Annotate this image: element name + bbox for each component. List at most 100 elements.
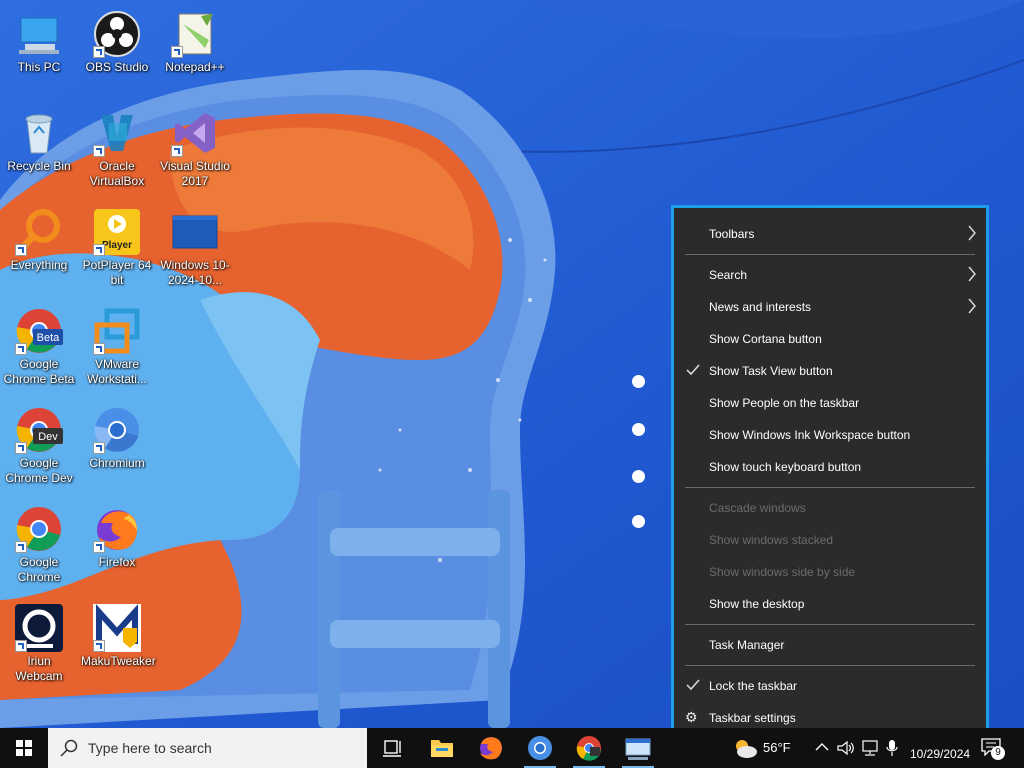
chevron-right-icon bbox=[968, 266, 976, 282]
everything-search-icon bbox=[15, 208, 63, 256]
desktop-icon-everything[interactable]: Everything bbox=[1, 202, 77, 296]
shortcut-arrow-icon bbox=[93, 640, 105, 652]
menu-item-show-task-view-button[interactable]: Show Task View button bbox=[674, 356, 986, 386]
taskbar-app-chrome-dev[interactable] bbox=[565, 728, 613, 768]
shortcut-arrow-icon bbox=[93, 244, 105, 256]
icon-label: Oracle VirtualBox bbox=[89, 159, 145, 188]
shortcut-arrow-icon bbox=[93, 442, 105, 454]
chrome-beta-icon: Beta bbox=[15, 307, 63, 355]
icon-label: Firefox bbox=[98, 555, 136, 569]
shortcut-arrow-icon bbox=[93, 46, 105, 58]
desktop-icon-makutweaker[interactable]: MakuTweaker bbox=[79, 598, 156, 692]
shortcut-arrow-icon bbox=[171, 46, 183, 58]
shortcut-arrow-icon bbox=[93, 343, 105, 355]
menu-item-cascade-windows: Cascade windows bbox=[674, 493, 986, 523]
shortcut-arrow-icon bbox=[15, 244, 27, 256]
decorative-dot bbox=[632, 423, 645, 436]
desktop-icon-obs-studio[interactable]: OBS Studio bbox=[79, 4, 155, 98]
taskbar-search-box[interactable]: Type here to search bbox=[48, 728, 367, 768]
desktop-icon-google-chrome[interactable]: Google Chrome bbox=[1, 499, 77, 593]
windows-logo-icon bbox=[16, 740, 32, 756]
icon-label: Google Chrome Dev bbox=[5, 456, 73, 485]
decorative-dot bbox=[632, 515, 645, 528]
svg-text:Player: Player bbox=[102, 240, 132, 251]
desktop-icon-notepad-plus-plus[interactable]: Notepad++ bbox=[157, 4, 233, 98]
shortcut-arrow-icon bbox=[15, 640, 27, 652]
computer-icon bbox=[15, 10, 63, 58]
shortcut-arrow-icon bbox=[93, 541, 105, 553]
obs-icon bbox=[93, 10, 141, 58]
menu-item-label: News and interests bbox=[709, 300, 812, 314]
clock-date[interactable]: 10/29/2024 bbox=[910, 747, 970, 761]
firefox-icon bbox=[93, 505, 141, 553]
taskbar-app-firefox[interactable] bbox=[467, 728, 515, 768]
notification-count-badge: 9 bbox=[991, 746, 1005, 760]
chrome-dev-icon: Dev bbox=[15, 406, 63, 454]
icon-label: Visual Studio 2017 bbox=[160, 159, 230, 188]
menu-item-news-and-interests[interactable]: News and interests bbox=[674, 292, 986, 322]
taskbar-app-network-window[interactable] bbox=[614, 728, 662, 768]
chevron-up-icon[interactable] bbox=[815, 741, 829, 753]
menu-item-task-manager[interactable]: Task Manager bbox=[674, 630, 986, 660]
icon-label: PotPlayer 64 bit bbox=[82, 258, 152, 287]
icon-label: VMware Workstati... bbox=[87, 357, 147, 386]
menu-item-search[interactable]: Search bbox=[674, 260, 986, 290]
chrome-dev-icon bbox=[576, 736, 601, 761]
menu-item-toolbars[interactable]: Toolbars bbox=[674, 219, 986, 249]
desktop-icon-vmware[interactable]: VMware Workstati... bbox=[79, 301, 155, 395]
start-button[interactable] bbox=[0, 728, 48, 768]
menu-separator bbox=[685, 254, 975, 255]
search-placeholder: Type here to search bbox=[88, 740, 212, 756]
icon-label: OBS Studio bbox=[85, 60, 149, 74]
weather-temperature[interactable]: 56°F bbox=[763, 740, 791, 755]
shortcut-arrow-icon bbox=[171, 145, 183, 157]
checkmark-icon bbox=[686, 679, 700, 691]
desktop-icon-this-pc[interactable]: This PC bbox=[1, 4, 77, 98]
desktop-icon-chrome-dev[interactable]: Dev Google Chrome Dev bbox=[1, 400, 77, 494]
menu-item-show-touch-keyboard[interactable]: Show touch keyboard button bbox=[674, 452, 986, 482]
taskbar-app-file-explorer[interactable] bbox=[418, 728, 466, 768]
menu-item-show-windows-ink[interactable]: Show Windows Ink Workspace button bbox=[674, 420, 986, 450]
task-view-button[interactable] bbox=[368, 728, 416, 768]
icon-label: Chromium bbox=[89, 456, 145, 470]
menu-item-label: Lock the taskbar bbox=[709, 679, 798, 693]
menu-item-show-the-desktop[interactable]: Show the desktop bbox=[674, 589, 986, 619]
menu-item-lock-the-taskbar[interactable]: Lock the taskbar bbox=[674, 671, 986, 701]
desktop-icon-chrome-beta[interactable]: Beta Google Chrome Beta bbox=[1, 301, 77, 395]
network-icon[interactable] bbox=[861, 739, 881, 757]
taskbar: Type here to search 56°F 10/29/2024 9 bbox=[0, 728, 1024, 768]
menu-item-show-cortana-button[interactable]: Show Cortana button bbox=[674, 324, 986, 354]
desktop-icon-recycle-bin[interactable]: Recycle Bin bbox=[1, 103, 77, 197]
gear-icon: ⚙ bbox=[685, 709, 698, 725]
menu-item-show-people[interactable]: Show People on the taskbar bbox=[674, 388, 986, 418]
desktop-icon-firefox[interactable]: Firefox bbox=[79, 499, 155, 593]
recycle-bin-icon bbox=[15, 109, 63, 157]
menu-separator bbox=[685, 487, 975, 488]
desktop-icon-potplayer[interactable]: Player PotPlayer 64 bit bbox=[79, 202, 155, 296]
menu-separator bbox=[685, 624, 975, 625]
potplayer-icon: Player bbox=[93, 208, 141, 256]
icon-label: MakuTweaker bbox=[81, 654, 156, 668]
desktop-icon-iriun-webcam[interactable]: Iriun Webcam bbox=[1, 598, 77, 692]
menu-item-label: Task Manager bbox=[709, 638, 785, 652]
microphone-icon[interactable] bbox=[885, 739, 899, 757]
icon-label: Google Chrome bbox=[17, 555, 61, 584]
menu-item-label: Cascade windows bbox=[709, 501, 806, 515]
menu-item-label: Toolbars bbox=[709, 227, 755, 241]
desktop-icon-chromium[interactable]: Chromium bbox=[79, 400, 155, 494]
action-center-button[interactable]: 9 bbox=[981, 738, 1007, 760]
taskbar-app-chromium[interactable] bbox=[516, 728, 564, 768]
icon-label: Windows 10-2024-10... bbox=[160, 258, 230, 287]
chevron-right-icon bbox=[968, 225, 976, 241]
firefox-icon bbox=[480, 737, 502, 760]
desktop-icon-windows-vm[interactable]: Windows 10-2024-10... bbox=[157, 202, 233, 296]
desktop-icon-visual-studio-2017[interactable]: Visual Studio 2017 bbox=[157, 103, 233, 197]
chevron-right-icon bbox=[968, 298, 976, 314]
menu-item-label: Show People on the taskbar bbox=[709, 396, 860, 410]
speaker-volume-icon[interactable] bbox=[837, 740, 855, 756]
notepad-plus-plus-icon bbox=[171, 10, 219, 58]
icon-label: This PC bbox=[17, 60, 61, 74]
taskbar-context-menu: Toolbars Search News and interests Show … bbox=[671, 205, 989, 742]
desktop-icon-oracle-virtualbox[interactable]: Oracle VirtualBox bbox=[79, 103, 155, 197]
shortcut-arrow-icon bbox=[15, 343, 27, 355]
